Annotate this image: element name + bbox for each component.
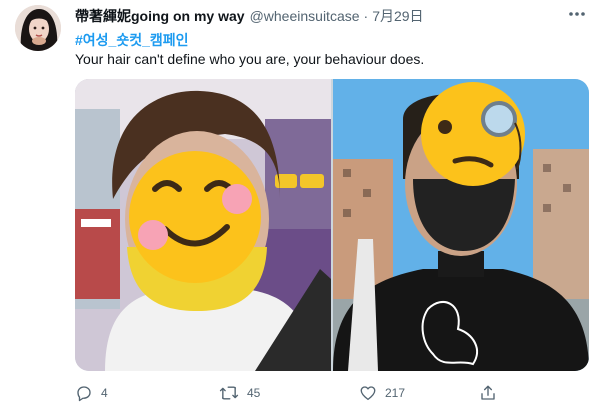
tweet-text: Your hair can't define who you are, your…: [75, 51, 425, 67]
share-button[interactable]: [479, 384, 505, 402]
more-icon: [569, 12, 585, 16]
action-bar: 4 45 217: [75, 384, 585, 404]
user-handle[interactable]: @wheeinsuitcase: [250, 8, 360, 24]
tweet-header: 帶著緷妮going on my way @wheeinsuitcase · 7月…: [75, 6, 560, 26]
avatar[interactable]: [15, 5, 61, 51]
avatar-image: [15, 5, 61, 51]
share-icon: [481, 385, 495, 400]
display-name[interactable]: 帶著緷妮going on my way: [75, 6, 245, 26]
reply-count: 4: [101, 386, 108, 400]
like-count: 217: [385, 386, 406, 400]
retweet-icon: [219, 386, 239, 400]
tweet-date[interactable]: 7月29日: [372, 6, 423, 26]
retweet-button[interactable]: 45: [219, 384, 260, 402]
photo-right[interactable]: [333, 79, 589, 371]
retweet-count: 45: [247, 386, 261, 400]
photo-left[interactable]: [75, 79, 331, 371]
bus-selfie-image: [75, 79, 331, 371]
media-grid: [75, 79, 589, 371]
reply-button[interactable]: 4: [75, 384, 108, 402]
hashtag-link[interactable]: #여성_숏컷_캠페인: [75, 30, 189, 50]
separator: ·: [363, 8, 369, 24]
like-button[interactable]: 217: [359, 384, 405, 402]
street-selfie-image: [333, 79, 589, 371]
heart-icon: [360, 386, 376, 401]
more-button[interactable]: [566, 6, 588, 22]
reply-icon: [77, 386, 91, 402]
